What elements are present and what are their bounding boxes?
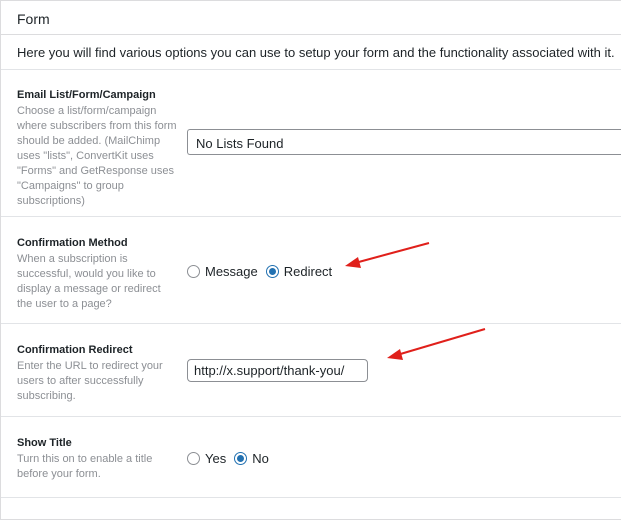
annotation-arrow-url <box>387 328 486 360</box>
annotation-arrow-redirect <box>345 242 430 268</box>
annotation-arrows <box>345 242 486 360</box>
